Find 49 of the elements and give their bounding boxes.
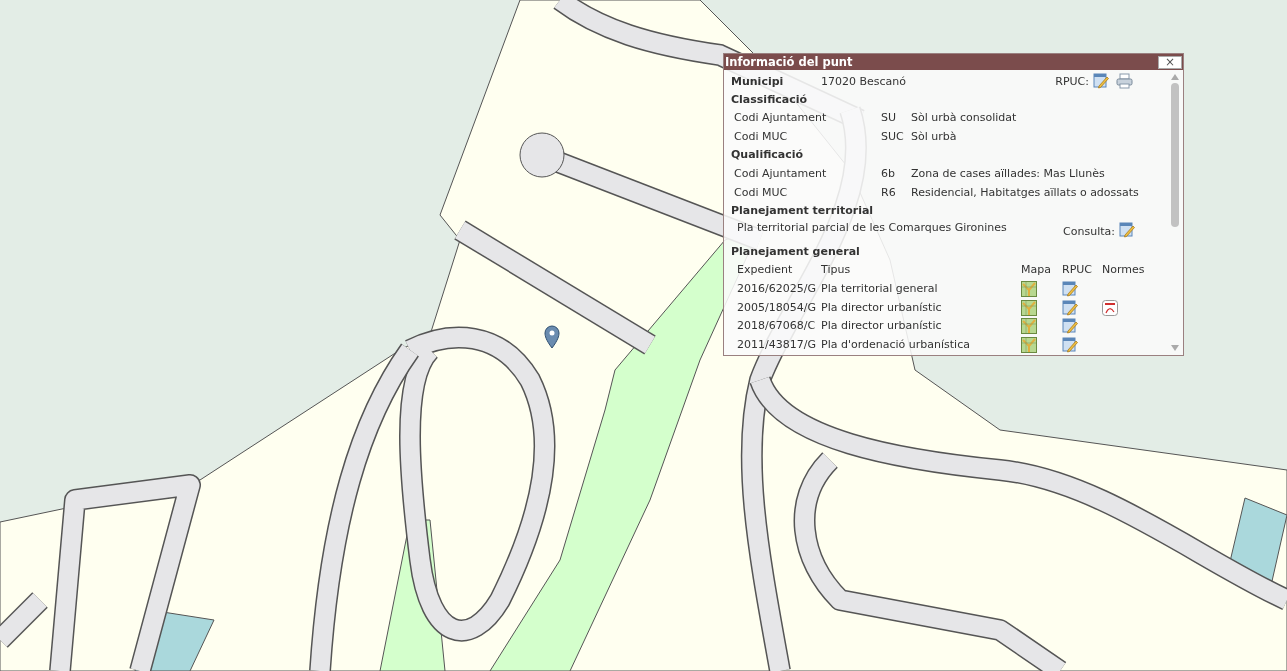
printer-icon[interactable] (1116, 73, 1133, 90)
panel-title: Informació del punt (725, 55, 853, 69)
field-label: Codi MUC (734, 128, 789, 145)
pdf-document-icon[interactable] (1102, 299, 1118, 316)
location-pin-icon[interactable] (544, 325, 560, 349)
section-heading: Planejament general (731, 243, 861, 260)
field-value: 17020 Bescanó (821, 74, 908, 88)
expedient-cell-text: 2011/43817/G (737, 336, 817, 353)
section-heading: Qualificació (731, 147, 805, 164)
column-header: RPUC (1062, 262, 1093, 279)
close-button[interactable]: × (1158, 55, 1182, 69)
field-code: 6b (881, 165, 896, 182)
expedient-cell-text: 2005/18054/G (737, 299, 817, 316)
field-code: SU (881, 110, 898, 127)
field-code: SUC (881, 128, 905, 145)
field-value: Residencial, Habitatges aïllats o adossats (911, 184, 1140, 201)
field-value: Sòl urbà (911, 128, 958, 145)
field-label: Codi MUC (734, 184, 789, 201)
column-header: Tipus (821, 262, 852, 279)
field-code: R6 (881, 184, 897, 201)
type-cell-text: Pla territorial general (821, 280, 939, 297)
field-label: Codi Ajuntament (734, 110, 828, 127)
column-header: Expedient (737, 262, 794, 279)
edit-icon[interactable] (1119, 221, 1135, 238)
edit-icon[interactable] (1062, 318, 1078, 335)
map-icon[interactable] (1021, 318, 1037, 335)
field-label: Codi Ajuntament (734, 165, 828, 182)
field-value: Zona de cases aïllades: Mas Llunès (911, 165, 1106, 182)
type-cell-text: Pla director urbanístic (821, 299, 943, 316)
field-label: Municipi (731, 74, 785, 88)
consulta-label: Consulta: (1063, 224, 1115, 238)
section-heading: Planejament territorial (731, 203, 875, 220)
map-icon[interactable] (1021, 281, 1037, 298)
edit-icon[interactable] (1062, 281, 1078, 298)
field-value: Sòl urbà consolidat (911, 110, 1018, 127)
expedient-cell-text: 2018/67068/C (737, 318, 817, 335)
expedient-cell-text: 2016/62025/G (737, 280, 817, 297)
map-icon[interactable] (1021, 337, 1037, 353)
map-icon[interactable] (1021, 299, 1037, 316)
edit-icon[interactable] (1062, 299, 1078, 316)
rpuc-label: RPUC: (1055, 74, 1089, 88)
type-cell-text: Pla d'ordenació urbanística (821, 336, 971, 353)
type-cell-text: Pla director urbanístic (821, 318, 943, 335)
edit-icon[interactable] (1093, 73, 1109, 90)
plan-name: Pla territorial parcial de les Comarques Gironines (737, 220, 1008, 234)
column-header: Mapa (1021, 262, 1052, 279)
edit-icon[interactable] (1062, 337, 1078, 353)
column-header: Normes (1102, 262, 1146, 279)
section-heading: Classificació (731, 91, 809, 108)
